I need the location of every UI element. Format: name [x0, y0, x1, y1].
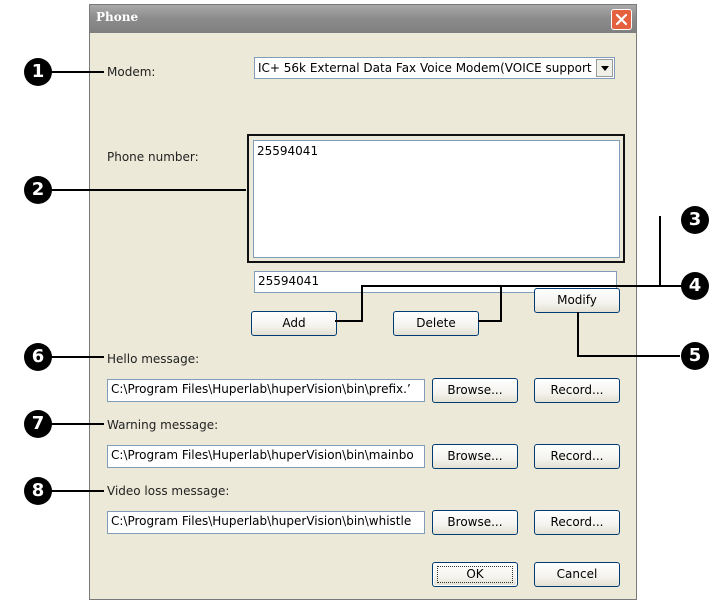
callout-line-3	[335, 216, 661, 322]
callout-line-5	[577, 312, 680, 357]
callout-marker-6: 6	[24, 343, 52, 371]
callout-lines	[38, 71, 682, 492]
callout-marker-1: 1	[24, 58, 52, 86]
callout-marker-3: 3	[681, 206, 709, 234]
callout-line-4	[478, 285, 682, 322]
callout-marker-4: 4	[681, 272, 709, 300]
callout-marker-2: 2	[24, 176, 52, 204]
callout-marker-7: 7	[24, 410, 52, 438]
callout-marker-5: 5	[681, 342, 709, 370]
callout-marker-8: 8	[24, 477, 52, 505]
